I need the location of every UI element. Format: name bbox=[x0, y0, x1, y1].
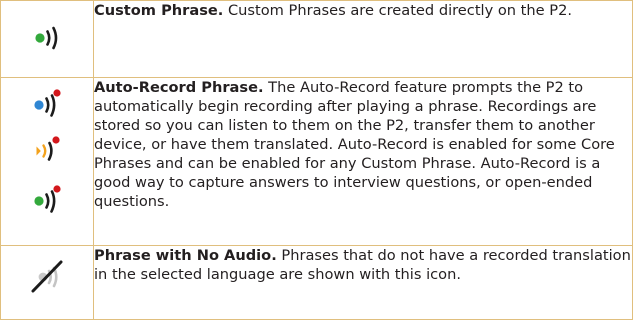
legend-row-phrase-with-no-audio: Phrase with No Audio. Phrases that do no… bbox=[0, 245, 633, 320]
legend-description: Phrase with No Audio. Phrases that do no… bbox=[93, 245, 633, 320]
icon-cell bbox=[0, 245, 94, 320]
term-description: Custom Phrases are created directly on t… bbox=[223, 2, 572, 19]
term-label: Auto-Record Phrase. bbox=[94, 79, 264, 96]
no-audio-speaker-icon bbox=[31, 260, 63, 293]
auto-record-green-speaker-icon bbox=[34, 185, 61, 213]
auto-record-blue-speaker-icon bbox=[34, 89, 61, 117]
term-label: Custom Phrase. bbox=[94, 2, 224, 19]
legend-description: Custom Phrase. Custom Phrases are create… bbox=[93, 0, 633, 78]
auto-record-orange-speaker-icon bbox=[36, 136, 60, 161]
icon-cell bbox=[0, 0, 94, 78]
term-label: Phrase with No Audio. bbox=[94, 247, 277, 264]
custom-phrase-speaker-icon bbox=[35, 26, 58, 50]
phrase-icon-legend-table: Custom Phrase. Custom Phrases are create… bbox=[0, 0, 633, 320]
legend-description: Auto-Record Phrase. The Auto-Record feat… bbox=[93, 77, 633, 246]
legend-row-auto-record-phrase: Auto-Record Phrase. The Auto-Record feat… bbox=[0, 77, 633, 246]
icon-cell bbox=[0, 77, 94, 246]
legend-row-custom-phrase: Custom Phrase. Custom Phrases are create… bbox=[0, 0, 633, 78]
term-description: The Auto-Record feature prompts the P2 t… bbox=[94, 79, 615, 210]
